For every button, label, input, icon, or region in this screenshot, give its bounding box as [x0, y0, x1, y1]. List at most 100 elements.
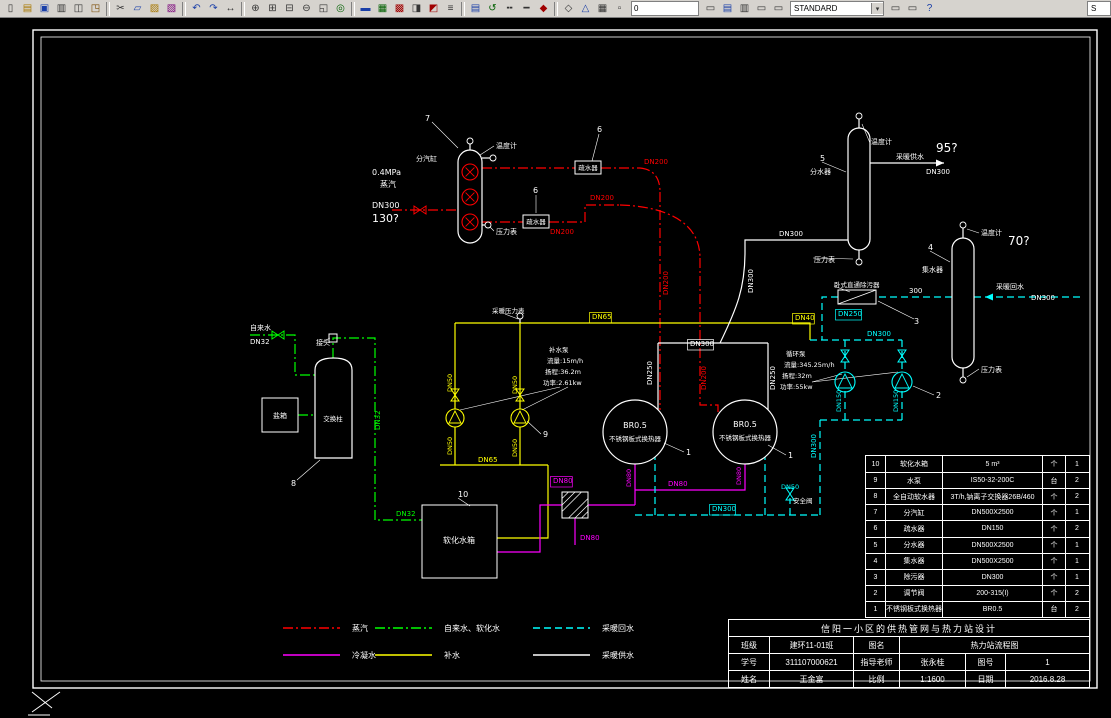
dim-style-button[interactable]: △: [577, 1, 594, 16]
pipe-label: 采暖回水: [996, 282, 1024, 291]
chevron-down-icon[interactable]: ▾: [871, 3, 883, 14]
leader-line: [912, 385, 935, 396]
layers-button[interactable]: ▤: [467, 1, 484, 16]
cad-app: ▯▤▣▥◫◳✂▱▨▧↶↷↔⊕⊞⊟⊖◱◎▬▦▩◨◩≡▤↺╍━◆◇△▦▫ ▭▤▥▭▭…: [0, 0, 1111, 718]
linetype-control-button[interactable]: ▭: [753, 1, 770, 16]
osnap-button[interactable]: ▫: [611, 1, 628, 16]
dim-style-control-button[interactable]: ▭: [887, 1, 904, 16]
leader-line: [929, 250, 951, 263]
cut-button[interactable]: ✂: [112, 1, 129, 16]
leader-line: [296, 459, 321, 481]
orbit-button[interactable]: ◎: [332, 1, 349, 16]
plot-button[interactable]: ▥: [53, 1, 70, 16]
pipe-label: DN150: [892, 390, 900, 412]
drawing-name-label: 图名: [853, 637, 899, 653]
pump-triangle: [837, 372, 853, 389]
toolbar-separator: [351, 1, 355, 16]
table-style-button[interactable]: ▦: [594, 1, 611, 16]
make-object-layer-button[interactable]: ▭: [702, 1, 719, 16]
vessel-capsule: [847, 127, 871, 251]
toolbar-separator: [554, 1, 558, 16]
equip-cell: 个: [1042, 553, 1065, 569]
student-id-label: 学号: [741, 657, 757, 667]
redo-button[interactable]: ↷: [205, 1, 222, 16]
pipe-label: 自来水: [250, 323, 271, 332]
table-row: 9 水泵 IS50-32-200C 台 2: [866, 472, 1089, 489]
pipe-label: DN32: [396, 510, 416, 518]
date-label: 日期: [965, 671, 1005, 687]
pipe-label: DN50: [446, 437, 454, 455]
zoom-realtime-button[interactable]: ⊕: [247, 1, 264, 16]
lineweight-control-button[interactable]: ▭: [770, 1, 787, 16]
quickcalc-icon: ≡: [447, 2, 454, 14]
pipe-label: DN65: [478, 456, 498, 464]
equip-cell: 水泵: [885, 473, 942, 489]
table-row: 4 集水器 DN500X2500 个 1: [866, 552, 1089, 569]
equip-cell: 3: [873, 573, 878, 581]
copy-icon: ▱: [133, 2, 142, 14]
layer-previous-button[interactable]: ↺: [484, 1, 501, 16]
text-style-control-button[interactable]: ▭: [904, 1, 921, 16]
linetype-button[interactable]: ╍: [501, 1, 518, 16]
pan-button[interactable]: ↔: [222, 1, 239, 16]
layer-manager-button[interactable]: ▤: [719, 1, 736, 16]
pipe: [635, 464, 746, 491]
leader-line: [431, 121, 459, 149]
student-id-value: 311107000621: [769, 654, 853, 670]
designcenter-button[interactable]: ▦: [374, 1, 391, 16]
lineweight-button[interactable]: ━: [518, 1, 535, 16]
table-row: 10 软化水箱 5 m³ 个 1: [866, 456, 1089, 473]
zoom-window-button[interactable]: ⊞: [264, 1, 281, 16]
layer-field[interactable]: [631, 1, 699, 16]
fig-no-value: 1: [1005, 654, 1089, 670]
match-properties-button[interactable]: ▧: [163, 1, 180, 16]
leader-line: [489, 226, 495, 232]
lineweight-control-icon: ▭: [773, 2, 784, 14]
tool-palettes-button[interactable]: ▩: [391, 1, 408, 16]
sheet-set-button[interactable]: ◨: [408, 1, 425, 16]
text-style-button[interactable]: ◇: [560, 1, 577, 16]
style-combo-partial[interactable]: S: [1087, 1, 1111, 16]
equip-cell: 软化水箱: [885, 456, 942, 473]
equip-cell: DN500X2500: [942, 537, 1042, 553]
pipe-label: 1: [686, 448, 691, 457]
color-control-button[interactable]: ◆: [535, 1, 552, 16]
pipe: [455, 322, 811, 340]
gauge-icon: [855, 112, 863, 120]
paste-button[interactable]: ▨: [146, 1, 163, 16]
copy-button[interactable]: ▱: [129, 1, 146, 16]
help-button[interactable]: ?: [921, 1, 938, 16]
pipe-label: 不锈钢板式换热器: [719, 433, 772, 442]
toolbar: ▯▤▣▥◫◳✂▱▨▧↶↷↔⊕⊞⊟⊖◱◎▬▦▩◨◩≡▤↺╍━◆◇△▦▫ ▭▤▥▭▭…: [0, 0, 1111, 18]
pipe-label: 1: [788, 451, 793, 460]
markup-button[interactable]: ◩: [425, 1, 442, 16]
zoom-previous-button[interactable]: ⊟: [281, 1, 298, 16]
named-views-button[interactable]: ◱: [315, 1, 332, 16]
zoom-out-button[interactable]: ⊖: [298, 1, 315, 16]
undo-button[interactable]: ↶: [188, 1, 205, 16]
save-file-button[interactable]: ▣: [36, 1, 53, 16]
plot-preview-button[interactable]: ◫: [70, 1, 87, 16]
open-file-icon: ▤: [22, 2, 33, 14]
cut-icon: ✂: [116, 2, 125, 14]
pipe-label: 压力表: [496, 227, 517, 236]
new-file-button[interactable]: ▯: [2, 1, 19, 16]
zoom-window-icon: ⊞: [268, 2, 277, 14]
open-file-button[interactable]: ▤: [19, 1, 36, 16]
match-properties-icon: ▧: [166, 2, 177, 14]
date-value: 2016.8.28: [1005, 671, 1089, 687]
pipe-label: DN80: [735, 467, 743, 485]
publish-button[interactable]: ◳: [87, 1, 104, 16]
equip-cell: 分水器: [885, 537, 942, 553]
equipment-table: 10 软化水箱 5 m³ 个 1 9 水泵 IS50-32-200C 台 2 8 全自动软水器 3T/h…: [865, 455, 1090, 618]
pipe: [719, 251, 746, 344]
equip-cell: 9: [873, 477, 878, 485]
text-style-combo[interactable]: STANDARD ▾: [790, 1, 884, 16]
pipe: [549, 204, 620, 223]
layer-states-button[interactable]: ▥: [736, 1, 753, 16]
pipe-label: 2: [936, 391, 941, 400]
properties-button[interactable]: ▬: [357, 1, 374, 16]
quickcalc-button[interactable]: ≡: [442, 1, 459, 16]
legend-label: 采暖回水: [602, 623, 634, 633]
equip-cell: IS50-32-200C: [942, 473, 1042, 489]
